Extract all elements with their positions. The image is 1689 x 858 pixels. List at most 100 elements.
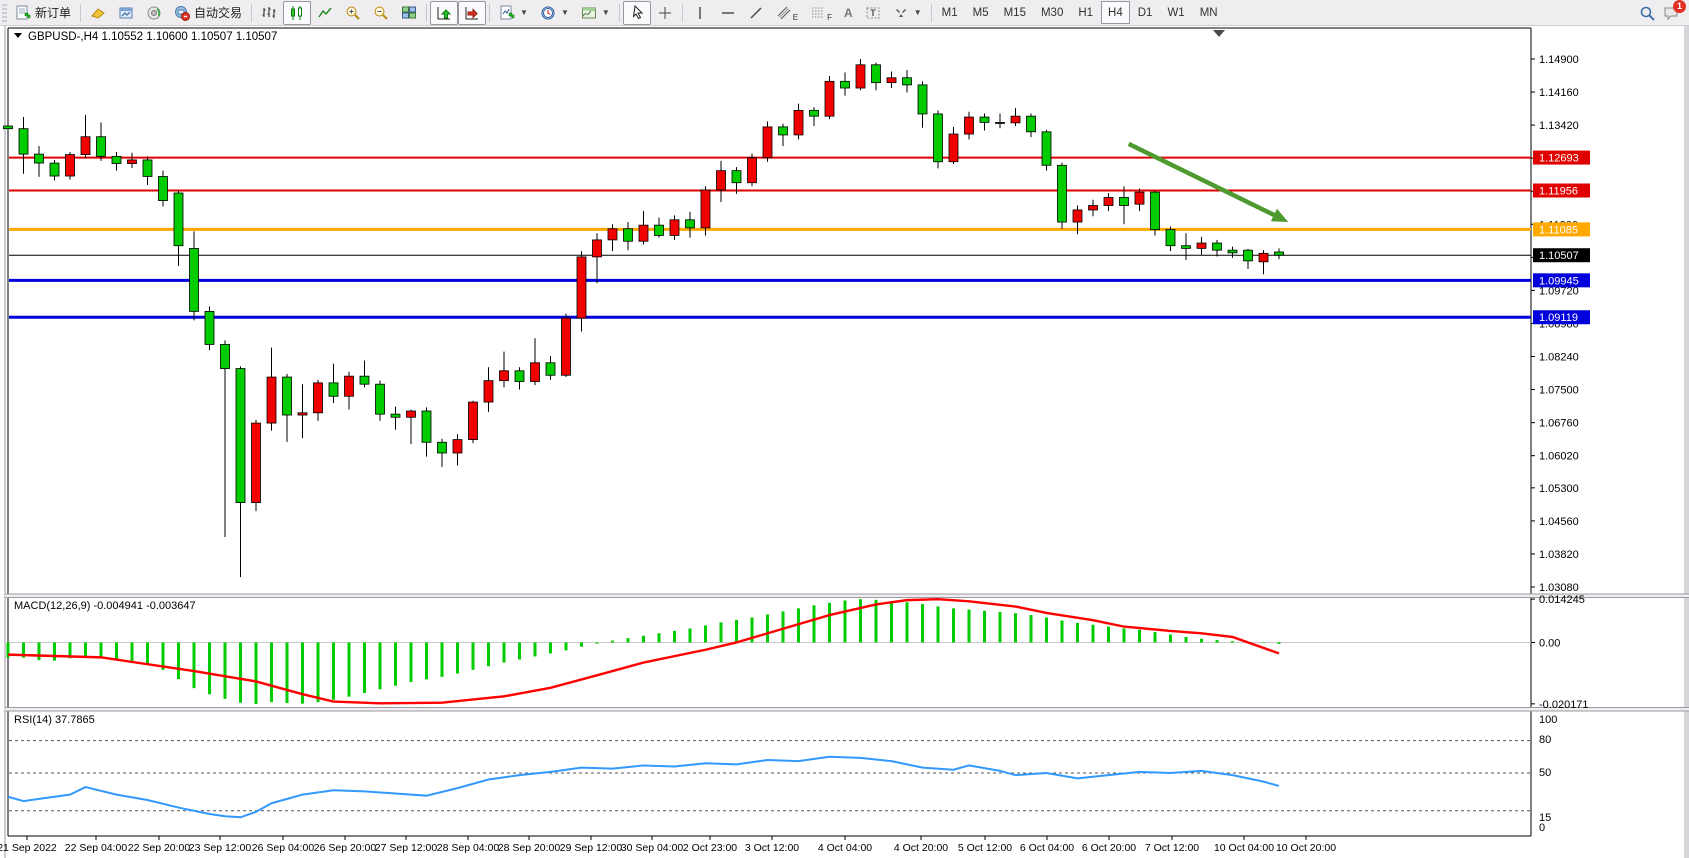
candle xyxy=(965,117,974,134)
text-tool-button[interactable]: A xyxy=(838,1,859,25)
candle xyxy=(825,81,834,116)
timeframe-m5-button[interactable]: M5 xyxy=(966,1,996,24)
notifications-icon[interactable]: 1 xyxy=(1663,5,1679,21)
svg-text:26 Sep 04:00: 26 Sep 04:00 xyxy=(252,842,315,854)
charts-button[interactable] xyxy=(112,1,140,25)
timeframe-m15-button[interactable]: M15 xyxy=(997,1,1033,24)
candle xyxy=(980,117,989,122)
auto-scroll-button[interactable] xyxy=(430,1,458,25)
timeframe-m1-button[interactable]: M1 xyxy=(935,1,965,24)
vertical-line-tool-button[interactable] xyxy=(686,1,714,25)
chart-window[interactable]: 1.149001.141601.134201.126801.119401.112… xyxy=(0,0,1689,858)
candle xyxy=(996,122,1005,123)
svg-text:28 Sep 04:00: 28 Sep 04:00 xyxy=(437,842,500,854)
vertical-line-icon xyxy=(692,5,708,21)
bar-chart-button[interactable] xyxy=(255,1,283,25)
trendline-tool-button[interactable] xyxy=(742,1,770,25)
candle xyxy=(593,240,602,257)
candle xyxy=(1244,250,1253,261)
candle xyxy=(1151,192,1160,230)
periods-button[interactable]: ▼ xyxy=(534,1,575,25)
svg-text:1.06760: 1.06760 xyxy=(1539,418,1579,430)
svg-text:1.03080: 1.03080 xyxy=(1539,582,1579,594)
svg-text:29 Sep 12:00: 29 Sep 12:00 xyxy=(560,842,623,854)
timeframe-d1-button[interactable]: D1 xyxy=(1131,1,1160,24)
tile-windows-button[interactable] xyxy=(395,1,423,25)
svg-text:10 Oct 20:00: 10 Oct 20:00 xyxy=(1276,842,1336,854)
equidistant-channel-icon xyxy=(776,5,792,21)
candle xyxy=(190,248,199,311)
svg-text:27 Sep 12:00: 27 Sep 12:00 xyxy=(375,842,438,854)
text-label-tool-button[interactable]: T xyxy=(859,1,887,25)
indicators-button[interactable]: ▼ xyxy=(493,1,534,25)
candle xyxy=(1120,197,1129,205)
candle xyxy=(159,176,168,200)
svg-text:1.09945: 1.09945 xyxy=(1539,275,1579,287)
candle xyxy=(1042,132,1051,166)
svg-text:1.07500: 1.07500 xyxy=(1539,385,1579,397)
timeframe-h4-button[interactable]: H4 xyxy=(1101,1,1130,24)
arrows-tool-button[interactable]: ▼ xyxy=(887,1,928,25)
candle xyxy=(128,160,137,164)
text-tool-icon: A xyxy=(844,6,853,20)
fibo-tool-letter: F xyxy=(827,13,832,22)
price-chart[interactable]: 1.149001.141601.134201.126801.119401.112… xyxy=(0,0,1689,858)
candle xyxy=(655,225,664,235)
svg-text:30 Sep 04:00: 30 Sep 04:00 xyxy=(621,842,684,854)
search-icon[interactable] xyxy=(1639,5,1655,21)
candlestick-chart-button[interactable] xyxy=(283,1,311,25)
horizontal-line-tool-button[interactable] xyxy=(714,1,742,25)
candle xyxy=(887,78,896,83)
chart-shift-button[interactable] xyxy=(458,1,486,25)
zoom-in-button[interactable] xyxy=(339,1,367,25)
profiles-button[interactable] xyxy=(84,1,112,25)
svg-text:1.14900: 1.14900 xyxy=(1539,54,1579,66)
autotrading-button[interactable]: 自动交易 xyxy=(168,1,248,25)
candle xyxy=(469,402,478,440)
svg-text:3 Oct 12:00: 3 Oct 12:00 xyxy=(745,842,799,854)
candle xyxy=(407,411,416,417)
new-order-button[interactable]: 新订单 xyxy=(9,1,77,25)
main-toolbar: 新订单 自动交易 xyxy=(0,0,1689,26)
auto-scroll-icon xyxy=(436,5,452,21)
timeframe-mn-button[interactable]: MN xyxy=(1193,1,1225,24)
trendline-icon xyxy=(748,5,764,21)
fibonacci-tool-button[interactable]: F xyxy=(804,1,838,25)
channel-tool-button[interactable]: E xyxy=(770,1,804,25)
svg-text:21 Sep 2022: 21 Sep 2022 xyxy=(0,842,57,854)
charts-icon xyxy=(118,5,134,21)
candle xyxy=(35,154,44,163)
candle xyxy=(1135,192,1144,204)
autotrading-label: 自动交易 xyxy=(194,4,242,21)
zoom-out-button[interactable] xyxy=(367,1,395,25)
channel-tool-letter: E xyxy=(793,13,798,22)
tile-windows-icon xyxy=(401,5,417,21)
line-chart-button[interactable] xyxy=(311,1,339,25)
arrows-icon xyxy=(893,5,909,21)
timeframe-w1-button[interactable]: W1 xyxy=(1160,1,1191,24)
candle xyxy=(267,377,276,423)
price-label-1.11956: 1.11956 xyxy=(1533,184,1590,198)
candle xyxy=(577,257,586,318)
candle xyxy=(97,137,106,157)
candle xyxy=(872,65,881,83)
cursor-tool-button[interactable] xyxy=(623,1,651,25)
toolbar-grip[interactable] xyxy=(2,4,7,22)
candle xyxy=(686,220,695,228)
profiles-icon xyxy=(90,5,106,21)
market-watch-button[interactable] xyxy=(140,1,168,25)
new-order-label: 新订单 xyxy=(35,4,71,21)
candle xyxy=(701,190,710,228)
candle xyxy=(903,78,912,85)
templates-button[interactable]: ▼ xyxy=(575,1,616,25)
crosshair-tool-button[interactable] xyxy=(651,1,679,25)
price-label-1.10507: 1.10507 xyxy=(1533,248,1590,262)
candle xyxy=(624,229,633,242)
toolbar-separator xyxy=(80,4,81,22)
candle xyxy=(763,127,772,158)
candle xyxy=(66,155,75,176)
candle xyxy=(531,363,540,382)
toolbar-separator xyxy=(251,4,252,22)
timeframe-h1-button[interactable]: H1 xyxy=(1071,1,1100,24)
timeframe-m30-button[interactable]: M30 xyxy=(1034,1,1070,24)
